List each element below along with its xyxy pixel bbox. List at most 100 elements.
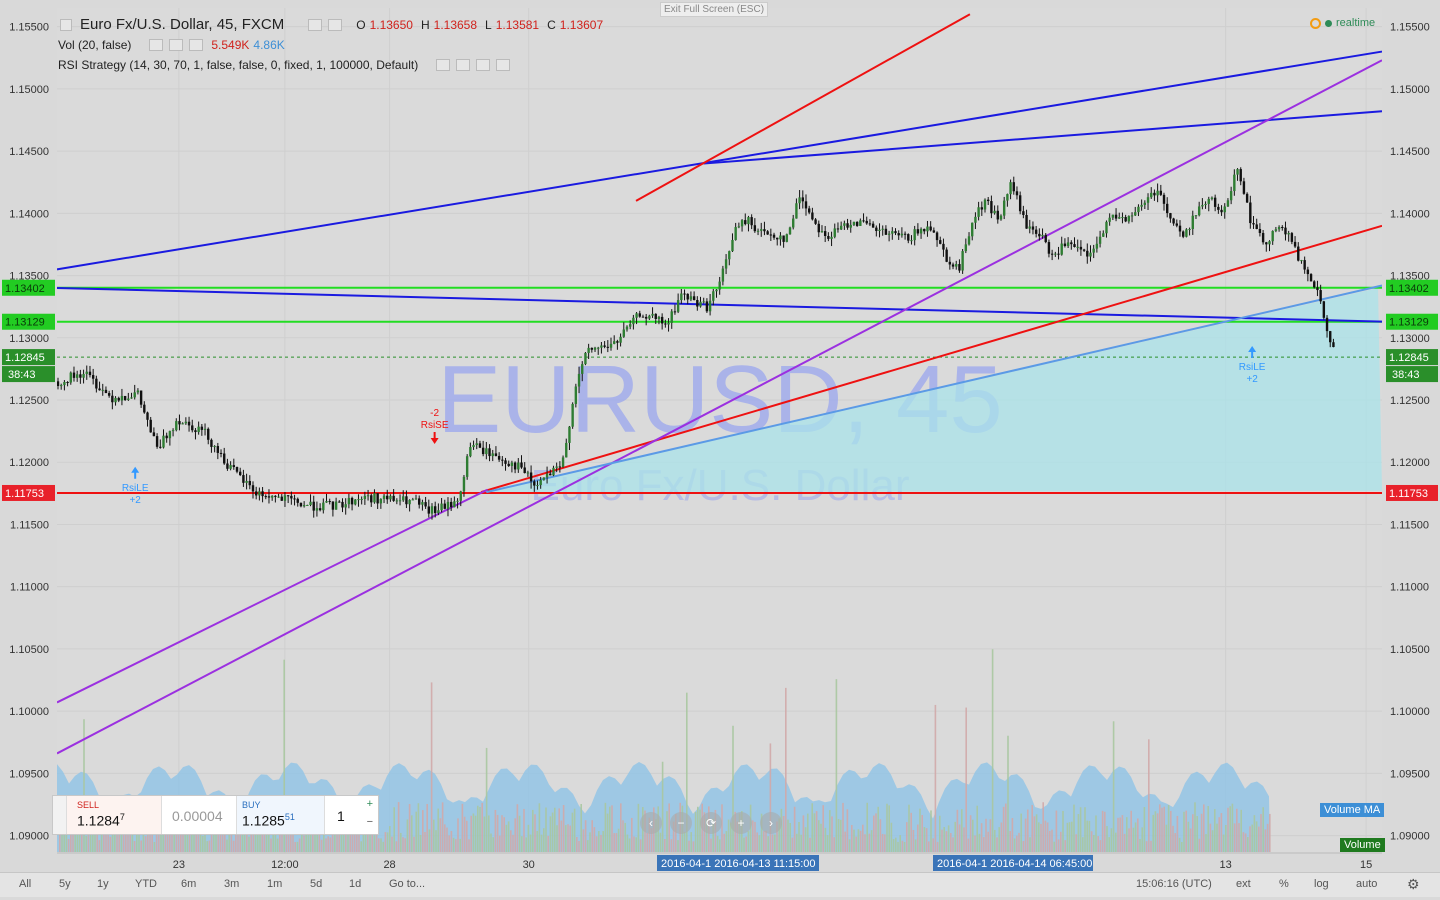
candle-body xyxy=(871,223,875,228)
range-1d[interactable]: 1d xyxy=(349,878,361,890)
volume-bar xyxy=(428,829,431,852)
candle-body xyxy=(699,301,702,307)
candle-body xyxy=(827,235,830,239)
zoom-out-button[interactable]: − xyxy=(670,812,692,834)
volume-bar xyxy=(303,835,305,852)
volume-bar xyxy=(1174,833,1176,852)
volume-bar xyxy=(444,824,446,852)
settings-icon[interactable] xyxy=(308,18,323,31)
volume-bar xyxy=(690,832,692,852)
candle-body xyxy=(1236,169,1239,175)
candle-body xyxy=(318,508,322,511)
volume-bar xyxy=(329,837,332,852)
candle-body xyxy=(795,203,798,219)
collapse-icon[interactable] xyxy=(60,18,72,31)
quantity-stepper[interactable]: 1 + − xyxy=(325,796,377,834)
volume-bar xyxy=(1106,826,1108,852)
candle-body xyxy=(529,472,533,482)
zoom-in-button[interactable]: + xyxy=(730,812,752,834)
candle-body xyxy=(744,220,747,225)
log-toggle[interactable]: log xyxy=(1314,878,1329,890)
settings-gear-icon[interactable]: ⚙ xyxy=(1407,876,1420,893)
range-5y[interactable]: 5y xyxy=(59,878,71,890)
quantity-value[interactable]: 1 xyxy=(337,808,345,824)
candle-body xyxy=(654,313,657,319)
volume-bar xyxy=(1029,837,1031,852)
volume-bar xyxy=(600,834,602,852)
bar-countdown: 38:43 xyxy=(8,369,36,381)
range-3m[interactable]: 3m xyxy=(224,878,239,890)
drag-handle[interactable] xyxy=(53,796,67,834)
decrease-button[interactable]: − xyxy=(367,816,373,828)
volume-bar xyxy=(1117,817,1119,852)
candle-body xyxy=(392,495,395,501)
reset-button[interactable]: ⟳ xyxy=(700,812,722,834)
strategy-hide-icon[interactable] xyxy=(456,59,471,71)
candle-body xyxy=(1287,233,1290,235)
y-tick-left: 1.11500 xyxy=(10,519,49,531)
goto-button[interactable]: Go to... xyxy=(389,878,425,890)
range-6m[interactable]: 6m xyxy=(181,878,196,890)
strategy-settings-icon[interactable] xyxy=(436,59,451,71)
volume-bar xyxy=(397,802,400,852)
range-5d[interactable]: 5d xyxy=(310,878,322,890)
strategy-report-icon[interactable] xyxy=(476,59,491,71)
candle-body xyxy=(903,233,907,235)
candle-body xyxy=(613,341,616,344)
candle-body xyxy=(232,465,236,468)
volume-bar xyxy=(980,823,983,852)
volume-bar xyxy=(811,803,813,852)
price-tag-label: 1.11753 xyxy=(1389,488,1428,500)
volume-bar xyxy=(501,815,503,852)
candle-body xyxy=(846,223,849,228)
increase-button[interactable]: + xyxy=(367,798,373,810)
close-value: 1.13607 xyxy=(559,17,604,32)
candle-body xyxy=(85,371,88,374)
volume-bar xyxy=(725,831,728,852)
candle-body xyxy=(571,403,574,427)
candle-body xyxy=(798,197,801,204)
sell-label: SELL xyxy=(77,800,100,810)
volume-bar xyxy=(1079,807,1082,852)
volume-bar xyxy=(408,804,411,852)
exit-fullscreen-notice[interactable]: Exit Full Screen (ESC) xyxy=(660,2,769,17)
range-1m[interactable]: 1m xyxy=(267,878,282,890)
volume-bar xyxy=(419,834,422,852)
sell-button[interactable]: SELL 1.12847 xyxy=(67,796,162,834)
legend-strategy: RSI Strategy (14, 30, 70, 1, false, fals… xyxy=(58,58,511,72)
ext-toggle[interactable]: ext xyxy=(1236,878,1251,890)
candle-body xyxy=(111,395,114,403)
candle-body xyxy=(331,501,335,510)
volume-bar xyxy=(1040,823,1042,852)
candle-body xyxy=(1204,203,1207,206)
candle-body xyxy=(807,208,811,213)
candle-body xyxy=(718,281,721,290)
volume-bar xyxy=(796,833,798,852)
candle-body xyxy=(1162,194,1166,204)
candle-body xyxy=(1332,342,1335,348)
y-tick-left: 1.12500 xyxy=(9,395,49,407)
percent-toggle[interactable]: % xyxy=(1279,878,1289,890)
price-chart[interactable]: EURUSD, 45 Euro Fx/U.S. Dollar RsiLE+2Rs… xyxy=(0,0,1440,900)
scroll-left-button[interactable]: ‹ xyxy=(640,812,662,834)
strategy-remove-icon[interactable] xyxy=(496,59,511,71)
candle-body xyxy=(731,239,734,252)
volume-bar xyxy=(85,835,87,852)
price-tag-label: 1.11753 xyxy=(5,488,44,500)
volume-hide-icon[interactable] xyxy=(169,39,184,51)
range-all[interactable]: All xyxy=(19,878,31,890)
candle-body xyxy=(644,316,648,319)
range-1y[interactable]: 1y xyxy=(97,878,109,890)
volume-settings-icon[interactable] xyxy=(149,39,164,51)
candle-body xyxy=(849,224,852,228)
candle-body xyxy=(929,226,932,231)
candle-body xyxy=(405,496,408,505)
buy-button[interactable]: BUY 1.128551 xyxy=(237,796,325,834)
volume-remove-icon[interactable] xyxy=(189,39,204,51)
range-ytd[interactable]: YTD xyxy=(135,878,157,890)
hide-icon[interactable] xyxy=(328,18,343,31)
candle-body xyxy=(223,453,226,464)
auto-toggle[interactable]: auto xyxy=(1356,878,1377,890)
volume-bar xyxy=(1033,816,1036,852)
scroll-right-button[interactable]: › xyxy=(760,812,782,834)
